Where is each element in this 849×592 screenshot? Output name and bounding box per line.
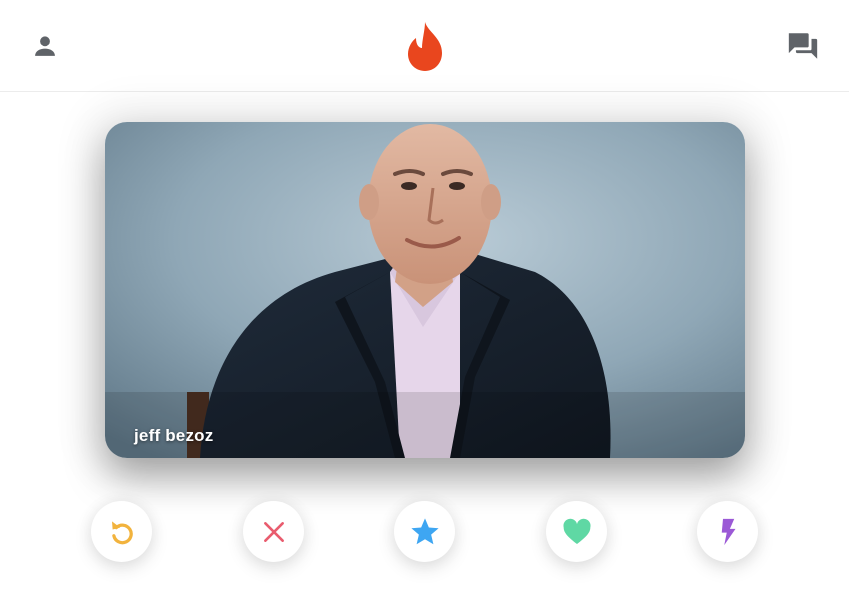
messages-button[interactable] — [785, 28, 821, 64]
star-icon — [410, 517, 439, 544]
rewind-icon — [111, 520, 133, 544]
heart-icon — [562, 518, 591, 544]
chat-bubbles-icon — [788, 33, 818, 59]
super-like-button[interactable] — [394, 501, 455, 562]
profile-card[interactable]: jeff bezoz — [105, 122, 745, 458]
nope-button[interactable] — [243, 501, 304, 562]
profile-photo — [105, 122, 745, 458]
profile-button[interactable] — [27, 28, 63, 64]
close-icon — [263, 521, 284, 542]
lightning-icon — [721, 518, 735, 545]
boost-button[interactable] — [697, 501, 758, 562]
top-bar — [0, 0, 849, 92]
person-icon — [35, 36, 55, 56]
flame-logo-icon[interactable] — [404, 20, 446, 72]
rewind-button[interactable] — [91, 501, 152, 562]
like-button[interactable] — [546, 501, 607, 562]
profile-name: jeff bezoz — [134, 426, 214, 445]
